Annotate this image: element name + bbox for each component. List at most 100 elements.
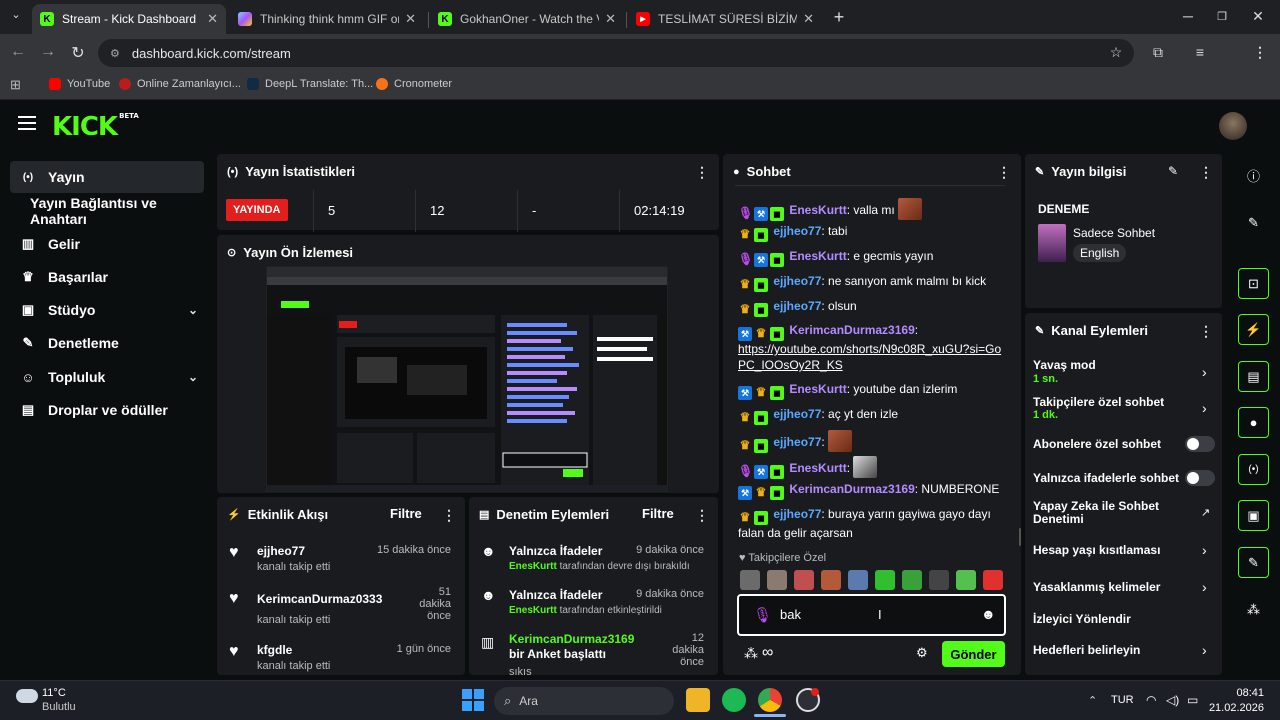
more-options-icon[interactable]: ⋮ xyxy=(1199,323,1213,340)
moderation-actor[interactable]: EnesKurtt xyxy=(509,561,557,572)
emote-button[interactable] xyxy=(983,570,1003,590)
chevron-right-icon[interactable]: › xyxy=(1202,364,1207,380)
volume-icon[interactable]: ◁) xyxy=(1166,693,1179,707)
bookmark-cronometer[interactable]: Cronometer xyxy=(376,78,452,90)
more-options-icon[interactable]: ⋮ xyxy=(997,164,1011,181)
emote-button[interactable] xyxy=(740,570,760,590)
sidebar-item-denetleme[interactable]: ✎ Denetleme xyxy=(10,327,204,359)
tray-chevron-up-icon[interactable]: ⌃ xyxy=(1088,694,1097,707)
chat-username[interactable]: ejjheo77 xyxy=(773,224,821,238)
subscribers-only-toggle[interactable] xyxy=(1185,436,1215,452)
category-thumbnail[interactable] xyxy=(1038,224,1066,262)
battery-icon[interactable]: ▭ xyxy=(1187,693,1198,707)
chat-username[interactable]: EnesKurtt xyxy=(789,382,846,396)
emotes-only-toggle[interactable] xyxy=(1185,470,1215,486)
ai-moderation-label[interactable]: Yapay Zeka ile Sohbet Denetimi xyxy=(1033,500,1183,526)
tab-kick-dashboard[interactable]: K Stream - Kick Dashboard ✕ xyxy=(32,4,226,34)
activity-filter-button[interactable]: Filtre xyxy=(390,506,422,521)
infinity-icon[interactable]: ∞ xyxy=(762,644,773,662)
chevron-right-icon[interactable]: › xyxy=(1202,400,1207,416)
slow-mode-label[interactable]: Yavaş mod xyxy=(1033,358,1096,372)
more-options-icon[interactable]: ⋮ xyxy=(695,164,709,181)
new-tab-icon[interactable]: + xyxy=(829,7,849,28)
windows-start-icon[interactable] xyxy=(462,689,484,711)
tab-search-chevron-icon[interactable]: ⌄ xyxy=(6,8,26,21)
close-tab-icon[interactable]: ✕ xyxy=(207,11,218,27)
chevron-right-icon[interactable]: › xyxy=(1202,642,1207,658)
sidebar-item-yayin[interactable]: (•) Yayın xyxy=(10,161,204,193)
bookmark-star-icon[interactable]: ☆ xyxy=(1106,44,1126,61)
moderation-actor[interactable]: EnesKurtt xyxy=(509,605,557,616)
hamburger-menu-icon[interactable] xyxy=(18,116,36,134)
extensions-icon[interactable]: ⧉ xyxy=(1148,44,1168,61)
external-link-icon[interactable]: ↗ xyxy=(1201,506,1210,519)
kick-drops-icon[interactable]: ⁂ xyxy=(744,645,758,662)
site-info-icon[interactable]: ⚙ xyxy=(110,47,120,60)
input-language[interactable]: TUR xyxy=(1111,694,1134,706)
apps-grid-icon[interactable]: ⊞ xyxy=(10,77,21,93)
send-button[interactable]: Gönder xyxy=(942,641,1005,667)
bookmark-online-zamanlayici[interactable]: Online Zamanlayıcı... xyxy=(119,78,241,90)
close-tab-icon[interactable]: ✕ xyxy=(605,11,616,27)
emote-button[interactable] xyxy=(821,570,841,590)
clock-date[interactable]: 21.02.2026 xyxy=(1204,702,1264,714)
close-tab-icon[interactable]: ✕ xyxy=(405,11,416,27)
weather-temperature[interactable]: 11°C xyxy=(42,687,66,699)
chevron-right-icon[interactable]: › xyxy=(1202,579,1207,595)
emote-button[interactable] xyxy=(794,570,814,590)
emote-button[interactable] xyxy=(848,570,868,590)
close-window-icon[interactable]: ✕ xyxy=(1248,8,1268,25)
reload-icon[interactable]: ↻ xyxy=(68,43,88,63)
chat-username[interactable]: KerimcanDurmaz3169 xyxy=(789,323,914,337)
kick-logo[interactable]: KICK BETA xyxy=(52,112,139,142)
chat-username[interactable]: ejjheo77 xyxy=(773,435,821,449)
media-controls-icon[interactable]: ≡ xyxy=(1190,44,1210,60)
more-options-icon[interactable]: ⋮ xyxy=(442,507,456,524)
file-explorer-icon[interactable] xyxy=(686,688,710,712)
chat-username[interactable]: EnesKurtt xyxy=(789,203,846,217)
sidebar-item-topluluk[interactable]: ☺ Topluluk ⌄ xyxy=(10,361,204,393)
address-bar[interactable]: ⚙ dashboard.kick.com/stream xyxy=(98,39,1134,67)
edit-pencil-icon[interactable]: ✎ xyxy=(1168,164,1178,178)
set-goals-label[interactable]: Hedefleri belirleyin xyxy=(1033,643,1140,657)
clock-time[interactable]: 08:41 xyxy=(1214,687,1264,699)
emote-button[interactable] xyxy=(956,570,976,590)
chat-input[interactable]: 🎙 bak I ☻ xyxy=(737,594,1006,636)
activity-user[interactable]: KerimcanDurmaz0333 xyxy=(257,592,382,606)
browser-menu-icon[interactable]: ⋮ xyxy=(1250,44,1270,61)
account-age-label[interactable]: Hesap yaşı kısıtlaması xyxy=(1033,543,1160,557)
followers-only-chat-label[interactable]: Takipçilere özel sohbet xyxy=(1033,395,1164,409)
maximize-icon[interactable]: ❐ xyxy=(1212,10,1232,23)
edit-icon[interactable]: ✎ xyxy=(1238,207,1269,238)
more-options-icon[interactable]: ⋮ xyxy=(695,507,709,524)
activity-user[interactable]: kfgdle xyxy=(257,643,292,657)
chat-username[interactable]: ejjheo77 xyxy=(773,274,821,288)
preview-toggle-icon[interactable]: ⊡ xyxy=(1238,268,1269,299)
sidebar-item-basarilar[interactable]: ♛ Başarılar xyxy=(10,261,204,293)
tab-gokhanoner-vod[interactable]: K GokhanOner - Watch the VOD ✕ xyxy=(430,4,624,34)
minimize-icon[interactable]: ─ xyxy=(1178,8,1198,24)
moderation-actor[interactable]: KerimcanDurmaz3169 xyxy=(509,632,634,646)
emoji-picker-icon[interactable]: ☻ xyxy=(981,606,996,622)
chat-username[interactable]: KerimcanDurmaz3169 xyxy=(789,482,914,496)
taskbar-search[interactable]: ⌕ Ara xyxy=(494,687,674,715)
lightning-icon[interactable]: ⚡ xyxy=(1238,314,1269,345)
tab-youtube-teslimat[interactable]: ▶ TESLİMAT SÜRESİ BİZİM İÇİN Ç ✕ xyxy=(628,4,822,34)
forward-icon[interactable]: → xyxy=(38,43,58,61)
studio-icon[interactable]: ▣ xyxy=(1238,500,1269,531)
sidebar-item-droplar[interactable]: ▤ Droplar ve ödüller xyxy=(10,394,204,426)
stream-preview-video[interactable] xyxy=(266,266,668,492)
chevron-right-icon[interactable]: › xyxy=(1202,542,1207,558)
document-icon[interactable]: ▤ xyxy=(1238,361,1269,392)
spotify-icon[interactable] xyxy=(722,688,746,712)
emote-button[interactable] xyxy=(929,570,949,590)
emote-button[interactable] xyxy=(902,570,922,590)
emote-button[interactable] xyxy=(875,570,895,590)
chat-settings-gear-icon[interactable]: ⚙ xyxy=(916,645,928,661)
sidebar-item-studyo[interactable]: ▣ Stüdyo ⌄ xyxy=(10,294,204,326)
info-icon[interactable]: ⓘ xyxy=(1238,160,1269,191)
activity-user[interactable]: ejjheo77 xyxy=(257,544,305,558)
cloud-weather-icon[interactable] xyxy=(16,689,38,703)
bookmark-youtube[interactable]: YouTube xyxy=(49,78,110,90)
stream-category[interactable]: Sadece Sohbet xyxy=(1073,226,1155,240)
